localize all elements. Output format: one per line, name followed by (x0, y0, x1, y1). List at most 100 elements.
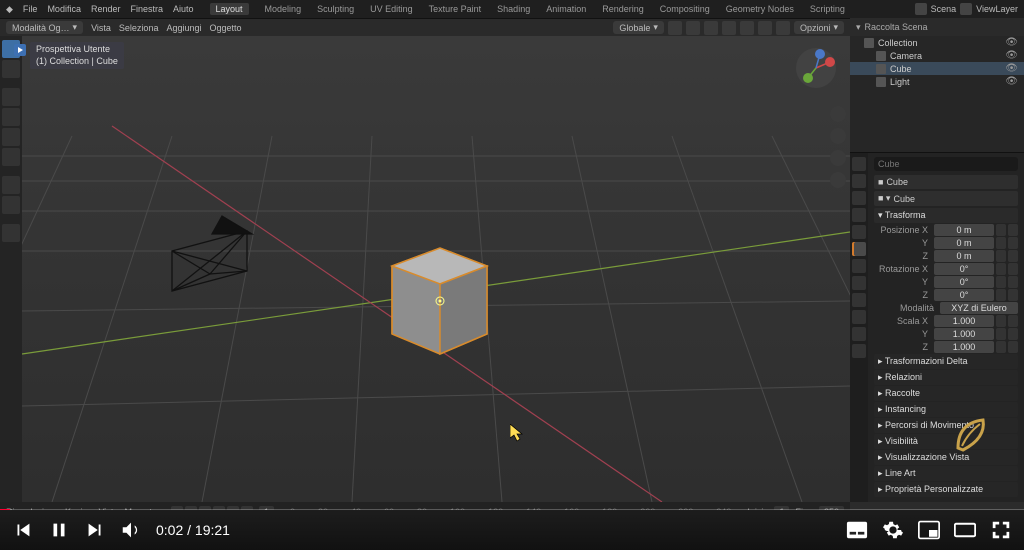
menu-window[interactable]: Finestra (130, 4, 163, 14)
tool-measure-icon[interactable] (2, 196, 20, 214)
tool-scale-icon[interactable] (2, 128, 20, 146)
section-visibility[interactable]: ▸ Visibilità (874, 434, 1018, 449)
menu-help[interactable]: Aiuto (173, 4, 194, 14)
tab-layout[interactable]: Layout (210, 3, 249, 15)
xray-icon[interactable] (704, 21, 718, 35)
ptab-render-icon[interactable] (852, 157, 866, 171)
ptab-output-icon[interactable] (852, 174, 866, 188)
field-posz[interactable]: 0 m (934, 250, 994, 262)
section-motionpath[interactable]: ▸ Percorsi di Movimento (874, 418, 1018, 433)
outliner-row-collection[interactable]: Collection👁 (850, 36, 1024, 49)
section-delta[interactable]: ▸ Trasformazioni Delta (874, 354, 1018, 369)
ptab-physics-icon[interactable] (852, 293, 866, 307)
tab-animation[interactable]: Animation (546, 4, 586, 14)
ptab-material-icon[interactable] (852, 344, 866, 358)
section-transform[interactable]: ▾ Trasforma (874, 208, 1018, 223)
field-scalex[interactable]: 1.000 (934, 315, 994, 327)
options-dropdown[interactable]: Opzioni▾ (794, 21, 844, 34)
tool-move-icon[interactable] (2, 88, 20, 106)
field-posy[interactable]: 0 m (934, 237, 994, 249)
nav-gizmo[interactable] (794, 46, 838, 90)
ptab-modifier-icon[interactable] (852, 259, 866, 273)
mode-selector[interactable]: Modalità Og…▾ (6, 21, 83, 34)
overlay-icon[interactable] (686, 21, 700, 35)
field-rotz[interactable]: 0° (934, 289, 994, 301)
outliner-row-light[interactable]: Light👁 (850, 75, 1024, 88)
viewport-3d[interactable] (22, 36, 850, 502)
eye-icon[interactable]: 👁 (1005, 76, 1018, 87)
snap-icon[interactable] (668, 21, 682, 35)
camera-view-icon[interactable] (830, 150, 846, 166)
field-rotx[interactable]: 0° (934, 263, 994, 275)
tool-transform-icon[interactable] (2, 148, 20, 166)
tool-cursor-icon[interactable] (2, 60, 20, 78)
zoom-icon[interactable] (830, 106, 846, 122)
vh-add[interactable]: Aggiungi (166, 23, 201, 33)
shading-solid-icon[interactable] (740, 21, 754, 35)
tab-uvediting[interactable]: UV Editing (370, 4, 413, 14)
menu-file[interactable]: File (23, 4, 38, 14)
next-button[interactable] (84, 519, 106, 541)
section-relations[interactable]: ▸ Relazioni (874, 370, 1018, 385)
section-lineart[interactable]: ▸ Line Art (874, 466, 1018, 481)
section-collections[interactable]: ▸ Raccolte (874, 386, 1018, 401)
fullscreen-button[interactable] (990, 519, 1012, 541)
ptab-scene-icon[interactable] (852, 208, 866, 222)
field-scalez[interactable]: 1.000 (934, 341, 994, 353)
tab-texturepaint[interactable]: Texture Paint (429, 4, 482, 14)
section-instancing[interactable]: ▸ Instancing (874, 402, 1018, 417)
theater-button[interactable] (954, 519, 976, 541)
outliner-row-camera[interactable]: Camera👁 (850, 49, 1024, 62)
field-rotmode[interactable]: XYZ di Eulero (940, 302, 1018, 314)
vh-view[interactable]: Vista (91, 23, 111, 33)
tool-addcube-icon[interactable] (2, 224, 20, 242)
tab-compositing[interactable]: Compositing (660, 4, 710, 14)
tab-scripting[interactable]: Scripting (810, 4, 845, 14)
lock-icon[interactable] (996, 224, 1006, 236)
properties-search[interactable] (874, 157, 1018, 171)
ptab-particles-icon[interactable] (852, 276, 866, 290)
ptab-constraints-icon[interactable] (852, 310, 866, 324)
eye-icon[interactable]: 👁 (1005, 50, 1018, 61)
tab-modeling[interactable]: Modeling (265, 4, 302, 14)
ptab-viewlayer-icon[interactable] (852, 191, 866, 205)
tab-geonodes[interactable]: Geometry Nodes (726, 4, 794, 14)
pause-button[interactable] (48, 519, 70, 541)
field-roty[interactable]: 0° (934, 276, 994, 288)
vh-select[interactable]: Seleziona (119, 23, 159, 33)
scene-name[interactable]: Scena (931, 4, 957, 14)
prev-button[interactable] (12, 519, 34, 541)
volume-button[interactable] (120, 519, 142, 541)
menu-render[interactable]: Render (91, 4, 121, 14)
ptab-object-icon[interactable] (852, 242, 866, 256)
ptab-data-icon[interactable] (852, 327, 866, 341)
tool-rotate-icon[interactable] (2, 108, 20, 126)
orientation[interactable]: Globale▾ (613, 21, 664, 34)
field-posx[interactable]: 0 m (934, 224, 994, 236)
play-icon[interactable] (14, 44, 26, 56)
tab-shading[interactable]: Shading (497, 4, 530, 14)
tool-annotate-icon[interactable] (2, 176, 20, 194)
pan-icon[interactable] (830, 128, 846, 144)
tab-rendering[interactable]: Rendering (602, 4, 644, 14)
outliner-row-cube[interactable]: Cube👁 (850, 62, 1024, 75)
field-scaley[interactable]: 1.000 (934, 328, 994, 340)
tab-sculpting[interactable]: Sculpting (317, 4, 354, 14)
shading-wire-icon[interactable] (722, 21, 736, 35)
section-custom[interactable]: ▸ Proprietà Personalizzate (874, 482, 1018, 497)
vh-object[interactable]: Oggetto (209, 23, 241, 33)
shading-rendered-icon[interactable] (776, 21, 790, 35)
ptab-world-icon[interactable] (852, 225, 866, 239)
captions-button[interactable] (846, 519, 868, 541)
settings-button[interactable] (882, 519, 904, 541)
section-viewdisplay[interactable]: ▸ Visualizzazione Vista (874, 450, 1018, 465)
miniplayer-button[interactable] (918, 519, 940, 541)
anim-icon[interactable] (1008, 224, 1018, 236)
viewlayer-name[interactable]: ViewLayer (976, 4, 1018, 14)
eye-icon[interactable]: 👁 (1005, 37, 1018, 48)
persp-icon[interactable] (830, 172, 846, 188)
outliner-arrow-icon[interactable]: ▾ (856, 22, 861, 33)
shading-material-icon[interactable] (758, 21, 772, 35)
menu-edit[interactable]: Modifica (47, 4, 81, 14)
eye-icon[interactable]: 👁 (1005, 63, 1018, 74)
